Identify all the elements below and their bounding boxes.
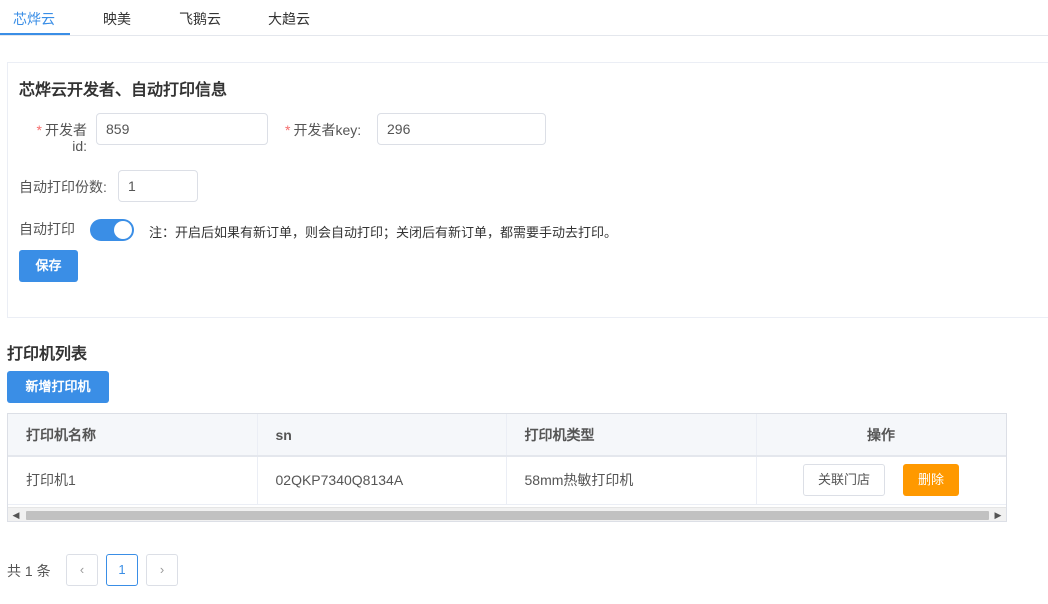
scroll-left-arrow-icon[interactable]: ◀ [8,508,24,521]
developer-id-label-suffix: id: [72,138,87,154]
developer-key-input[interactable]: 296 [377,113,546,145]
printer-type-cell: 58mm热敏打印机 [506,456,757,505]
developer-id-label-text: 开发者 [45,122,87,138]
developer-key-label: * 开发者key: [285,122,361,138]
printer-name-cell: 打印机1 [8,456,258,505]
prev-page-button[interactable]: ‹ [66,554,98,586]
tab-daqu-cloud[interactable]: 大趋云 [268,0,310,36]
active-tab-indicator [0,33,70,35]
add-printer-button[interactable]: 新增打印机 [7,371,109,403]
page-number-button[interactable]: 1 [106,554,138,586]
cloud-provider-tabs: 芯烨云 映美 飞鹅云 大趋云 [0,0,1048,36]
printer-actions-cell: 关联门店 删除 [756,456,1006,505]
scroll-right-arrow-icon[interactable]: ▶ [990,508,1006,521]
tab-feie-cloud[interactable]: 飞鹅云 [179,0,221,36]
print-copies-input[interactable]: 1 [118,170,198,202]
column-header-name: 打印机名称 [8,414,258,457]
developer-id-label: * 开发者 id: [32,122,87,154]
column-header-actions: 操作 [756,414,1006,457]
auto-print-label: 自动打印 [19,221,75,237]
printer-list-title: 打印机列表 [7,346,88,363]
delete-printer-button[interactable]: 删除 [903,464,960,497]
panel-title: 芯烨云开发者、自动打印信息 [19,82,228,99]
developer-id-input[interactable]: 859 [96,113,268,145]
printer-table: 打印机名称 sn 打印机类型 操作 打印机1 02QKP7340Q8134A 5… [7,413,1007,522]
required-mark: * [285,122,291,138]
toggle-knob [114,221,132,239]
save-button[interactable]: 保存 [19,250,78,282]
link-store-button[interactable]: 关联门店 [802,464,885,497]
column-header-type: 打印机类型 [506,414,757,457]
chevron-left-icon: ‹ [79,562,85,577]
horizontal-scrollbar[interactable]: ◀ ▶ [8,507,1006,521]
required-mark: * [36,122,42,138]
auto-print-toggle[interactable] [90,219,134,241]
column-header-sn: sn [257,414,507,457]
printer-sn-cell: 02QKP7340Q8134A [257,456,507,505]
table-header-row: 打印机名称 sn 打印机类型 操作 [8,414,1006,457]
print-copies-label: 自动打印份数: [19,179,107,195]
tab-xinye-cloud[interactable]: 芯烨云 [13,0,55,36]
developer-key-label-text: 开发者key: [293,122,362,138]
printer-table-grid: 打印机名称 sn 打印机类型 操作 打印机1 02QKP7340Q8134A 5… [8,414,1006,505]
chevron-right-icon: › [159,562,165,577]
auto-print-note: 注：开启后如果有新订单，则会自动打印；关闭后有新订单，都需要手动去打印。 [149,225,618,240]
table-row: 打印机1 02QKP7340Q8134A 58mm热敏打印机 关联门店 删除 [8,456,1006,505]
scrollbar-thumb[interactable] [26,511,989,520]
tab-yingmei[interactable]: 映美 [103,0,131,36]
next-page-button[interactable]: › [146,554,178,586]
pagination-total: 共 1 条 [7,563,51,579]
developer-settings-panel: 芯烨云开发者、自动打印信息 * 开发者 id: 859 * 开发者key: 296 … [7,62,1048,318]
